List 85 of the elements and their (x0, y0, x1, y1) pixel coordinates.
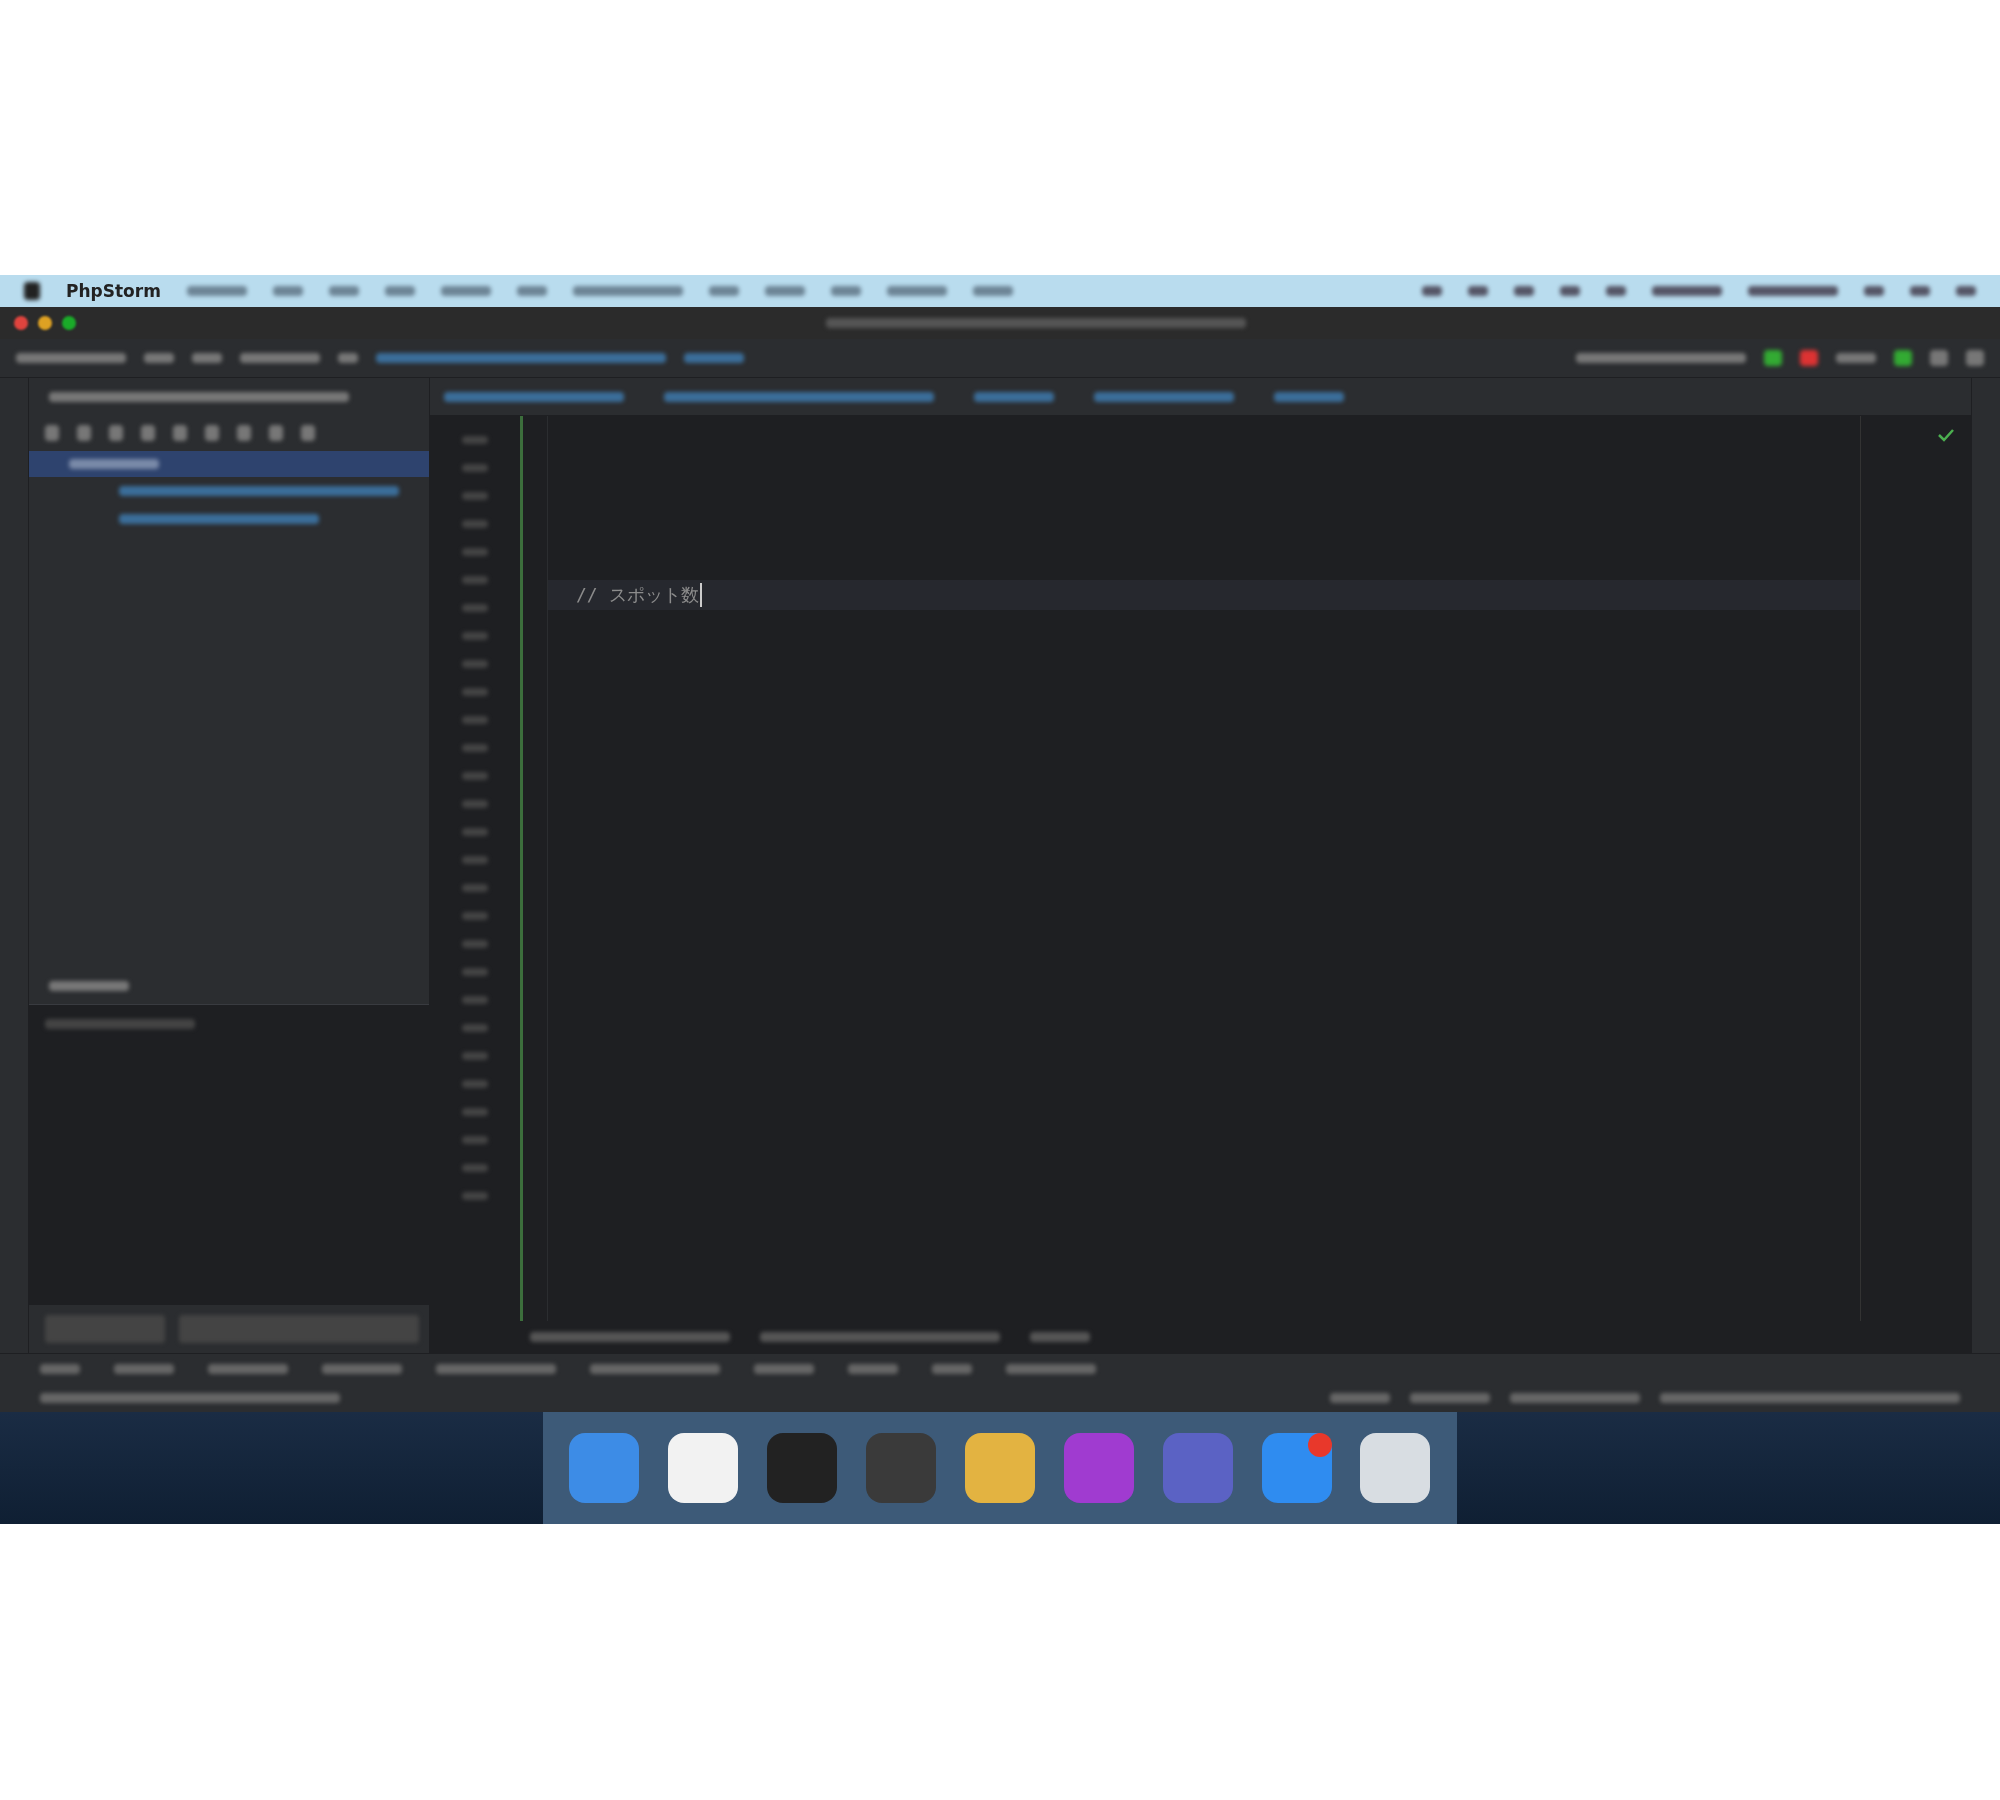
blurred-label (1330, 1393, 1390, 1403)
blurred-label (1956, 286, 1976, 296)
blurred-label (462, 856, 488, 864)
blurred-label (516, 286, 547, 296)
blurred-label (462, 1164, 488, 1172)
blurred-label (462, 520, 488, 528)
blurred-label (144, 353, 174, 363)
blurred-label (186, 286, 247, 296)
blurred-label (1030, 1332, 1090, 1342)
blurred-label (1606, 286, 1626, 296)
blurred-label (384, 286, 415, 296)
blurred-label (205, 425, 219, 441)
blurred-label (1468, 286, 1488, 296)
close-button[interactable] (14, 316, 28, 330)
blurred-label (1514, 286, 1534, 296)
blurred-label (462, 688, 488, 696)
blurred-label (462, 828, 488, 836)
blurred-label (462, 1080, 488, 1088)
blurred-label (848, 1364, 898, 1374)
app-icon[interactable] (668, 1433, 739, 1503)
app-icon[interactable] (964, 1433, 1035, 1503)
blurred-label (1274, 391, 1344, 402)
app-icon[interactable] (1360, 1433, 1431, 1503)
blurred-label (237, 425, 251, 441)
blurred-label (173, 425, 187, 441)
blurred-label (269, 425, 283, 441)
code-comment: // スポット数 (576, 583, 702, 607)
blurred-label (708, 286, 739, 296)
blurred-label (1966, 350, 1984, 366)
blurred-label (830, 286, 861, 296)
blurred-label (972, 286, 1013, 296)
blurred-label (462, 548, 488, 556)
minimize-button[interactable] (38, 316, 52, 330)
blurred-label (462, 492, 488, 500)
blurred-label (462, 436, 488, 444)
app-name: PhpStorm (66, 281, 161, 301)
blurred-label (684, 353, 744, 363)
blurred-label (45, 425, 59, 441)
blurred-label (1894, 350, 1912, 366)
blurred-label (1836, 353, 1876, 363)
blurred-label (462, 940, 488, 948)
check-icon (1937, 428, 1955, 442)
blurred-label (272, 286, 303, 296)
blurred-label (1864, 286, 1884, 296)
blurred-label (462, 1052, 488, 1060)
blurred-label (462, 1024, 488, 1032)
blurred-label (114, 1364, 174, 1374)
blurred-label (1560, 286, 1580, 296)
blurred-label (932, 1364, 972, 1374)
blurred-label (40, 1364, 80, 1374)
blurred-label (462, 464, 488, 472)
blurred-label (109, 425, 123, 441)
blurred-label (754, 1364, 814, 1374)
blurred-label (462, 996, 488, 1004)
blurred-label (462, 1136, 488, 1144)
blurred-label (462, 1108, 488, 1116)
blurred-label (440, 286, 491, 296)
blurred-label (462, 632, 488, 640)
blurred-label (192, 353, 222, 363)
blurred-label (886, 286, 947, 296)
blurred-label (462, 772, 488, 780)
blurred-label (1764, 350, 1782, 366)
blurred-label (462, 576, 488, 584)
blurred-label (301, 425, 315, 441)
blurred-label (1800, 350, 1818, 366)
blurred-label (1930, 350, 1948, 366)
zoom-button[interactable] (62, 316, 76, 330)
blurred-label (462, 884, 488, 892)
blurred-label (338, 353, 358, 363)
blurred-label (462, 660, 488, 668)
blurred-label (462, 604, 488, 612)
blurred-label (462, 1192, 488, 1200)
blurred-label (764, 286, 805, 296)
blurred-label (462, 716, 488, 724)
blurred-label (1422, 286, 1442, 296)
blurred-label (462, 744, 488, 752)
blurred-label (77, 425, 91, 441)
blurred-label (328, 286, 359, 296)
blurred-label (462, 800, 488, 808)
blurred-label (141, 425, 155, 441)
blurred-label (462, 912, 488, 920)
blurred-label (1910, 286, 1930, 296)
apple-icon (24, 282, 40, 300)
blurred-label (1652, 286, 1722, 296)
blurred-label (462, 968, 488, 976)
